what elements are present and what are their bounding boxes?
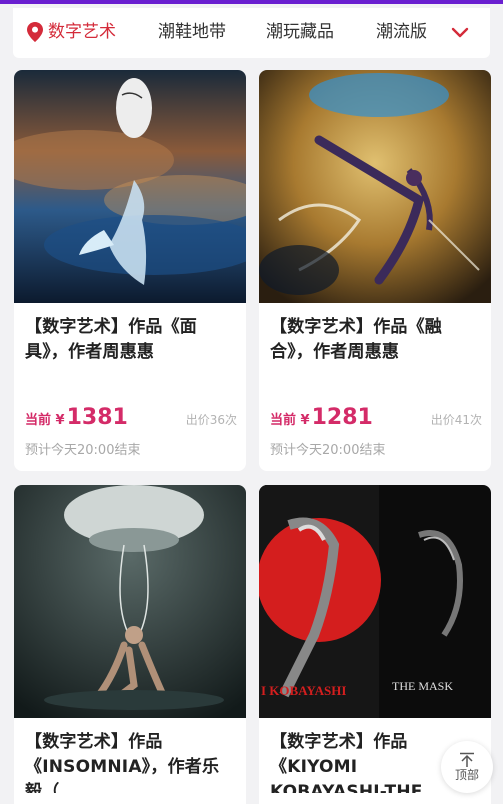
artwork-image-the-mask[interactable]: I KOBAYASHI THE MASK bbox=[259, 485, 491, 718]
artwork-card[interactable]: 【数字艺术】作品《融合》，作者周惠惠 当前 ¥ 1281 出价41次 预计今天2… bbox=[259, 70, 491, 471]
artwork-image-insomnia[interactable] bbox=[14, 485, 246, 718]
location-pin-icon bbox=[27, 22, 43, 42]
top-accent-bar bbox=[0, 0, 503, 4]
artwork-image-fusion[interactable] bbox=[259, 70, 491, 303]
tab-digital-art[interactable]: 数字艺术 bbox=[27, 21, 116, 43]
arrow-up-icon bbox=[460, 752, 474, 767]
artwork-image-caption-left: I KOBAYASHI bbox=[261, 683, 346, 698]
tab-trendy-edition[interactable]: 潮流版 bbox=[376, 21, 427, 43]
bid-count: 出价36次 bbox=[185, 413, 237, 427]
current-price: 1381 bbox=[66, 405, 128, 430]
price-row: 当前 ¥ 1281 出价41次 bbox=[270, 405, 482, 430]
current-price: 1281 bbox=[311, 405, 373, 430]
tab-trendy-toys[interactable]: 潮玩藏品 bbox=[266, 21, 334, 43]
price-row: 当前 ¥ 1381 出价36次 bbox=[25, 405, 237, 430]
artwork-image-mask[interactable] bbox=[14, 70, 246, 303]
artwork-card[interactable]: 【数字艺术】作品《面具》，作者周惠惠 当前 ¥ 1381 出价36次 预计今天2… bbox=[14, 70, 246, 471]
artwork-title: 【数字艺术】作品《融合》，作者周惠惠 bbox=[270, 317, 442, 362]
artwork-title: 【数字艺术】作品《面具》，作者周惠惠 bbox=[25, 317, 197, 362]
artwork-image-caption: THE MASK bbox=[392, 679, 453, 693]
bid-count: 出价41次 bbox=[430, 413, 482, 427]
end-time: 预计今天20:00结束 bbox=[25, 443, 141, 458]
price-prefix: 当前 ¥ bbox=[270, 413, 310, 428]
tab-label: 数字艺术 bbox=[48, 22, 116, 42]
artwork-title: 【数字艺术】作品《INSOMNIA》，作者乐毅（... bbox=[25, 732, 220, 793]
end-time: 预计今天20:00结束 bbox=[270, 443, 386, 458]
chevron-down-icon[interactable] bbox=[447, 21, 473, 45]
tab-trendy-shoes[interactable]: 潮鞋地带 bbox=[158, 21, 226, 43]
back-to-top-button[interactable]: 顶部 bbox=[441, 741, 493, 793]
back-to-top-label: 顶部 bbox=[454, 768, 479, 782]
category-tab-bar: 数字艺术 潮鞋地带 潮玩藏品 潮流版 bbox=[13, 8, 490, 58]
price-prefix: 当前 ¥ bbox=[25, 413, 65, 428]
artwork-card[interactable]: 【数字艺术】作品《INSOMNIA》，作者乐毅（... bbox=[14, 485, 246, 804]
